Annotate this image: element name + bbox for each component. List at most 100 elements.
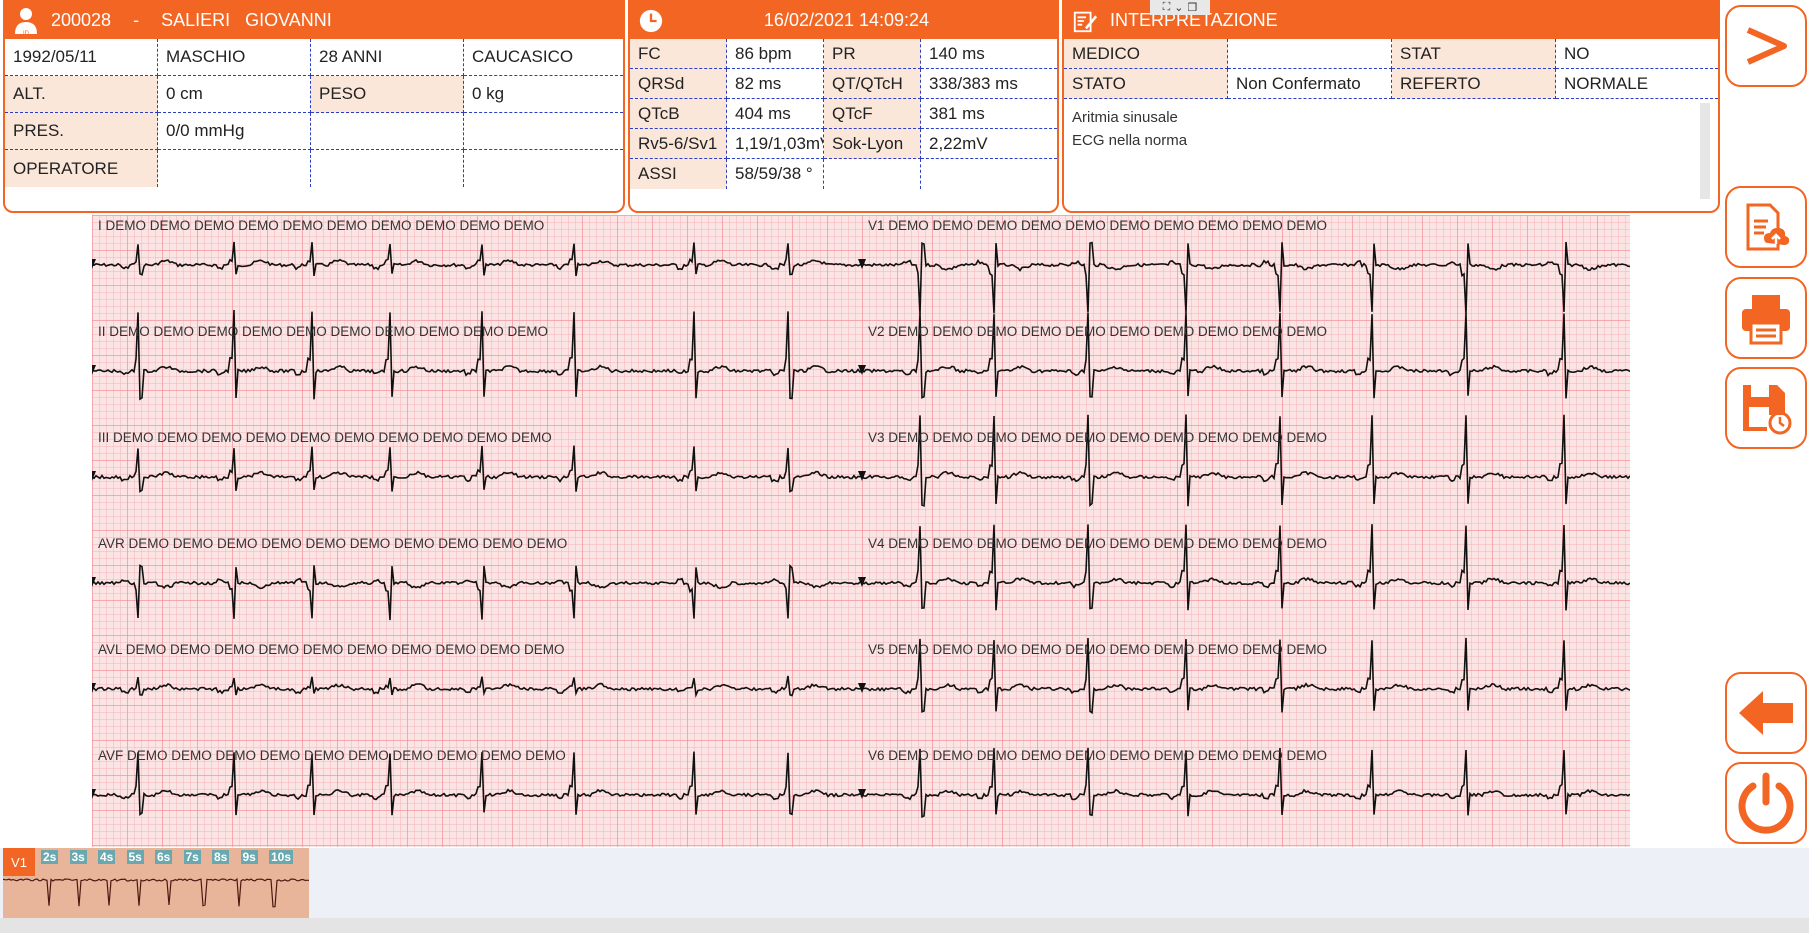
print-icon [1742, 295, 1790, 345]
print-button[interactable] [1725, 277, 1807, 359]
strip-trace-path [3, 877, 309, 908]
interp-cell-1-1: Non Confermato [1228, 69, 1392, 99]
edit-note-icon [1072, 8, 1098, 34]
upload-icon [1746, 203, 1790, 251]
header-separator: - [133, 10, 140, 30]
measure-cell-2-1: 404 ms [727, 99, 824, 129]
lead-label: V5 DEMO DEMO DEMO DEMO DEMO DEMO DEMO DE… [868, 642, 1328, 657]
interpretation-line: Aritmia sinusale [1072, 109, 1178, 126]
power-button[interactable] [1725, 762, 1807, 844]
ecg-trace-limb [92, 563, 863, 621]
measurements-panel: 16/02/2021 14:09:24 FC 86 bpm PR 140 ms QRSd… [628, 0, 1059, 213]
calibration-marker [92, 683, 96, 693]
svg-text:ID: ID [23, 31, 30, 36]
ecg-trace-limb [92, 675, 863, 699]
lead-label: V2 DEMO DEMO DEMO DEMO DEMO DEMO DEMO DE… [868, 324, 1328, 339]
measure-cell-0-2: PR [824, 39, 921, 69]
interpretation-text-area[interactable]: Aritmia sinusale ECG nella norma [1064, 99, 1718, 205]
back-arrow-icon [1739, 691, 1793, 735]
measure-cell-3-1: 1,19/1,03mV [727, 129, 824, 159]
user-icon: ID [13, 7, 39, 36]
back-button[interactable] [1725, 672, 1807, 754]
patient-cell-3-1 [158, 150, 311, 187]
next-button[interactable] [1725, 5, 1807, 87]
measure-cell-0-1: 86 bpm [727, 39, 824, 69]
calibration-marker [92, 365, 96, 375]
patient-cell-2-3 [464, 113, 623, 150]
ecg-trace-precordial [861, 241, 1630, 314]
measure-cell-2-2: QTcF [824, 99, 921, 129]
rhythm-strip-thumbnail[interactable]: V1 2s 3s 4s 5s 6s 7s 8s 9s 10s [3, 848, 309, 918]
interp-cell-0-0: MEDICO [1064, 39, 1228, 69]
lead-label: III DEMO DEMO DEMO DEMO DEMO DEMO DEMO D… [98, 430, 552, 445]
ecg-trace-limb [92, 241, 863, 277]
interp-cell-1-2: REFERTO [1392, 69, 1556, 99]
save-button[interactable] [1725, 367, 1807, 449]
lead-label: AVF DEMO DEMO DEMO DEMO DEMO DEMO DEMO D… [98, 748, 566, 763]
interp-cell-0-3: NO [1556, 39, 1718, 69]
lead-label: AVR DEMO DEMO DEMO DEMO DEMO DEMO DEMO D… [98, 536, 568, 551]
measure-cell-3-2: Sok-Lyon [824, 129, 921, 159]
measure-cell-2-3: 381 ms [921, 99, 1057, 129]
ecg-trace-precordial [861, 414, 1630, 508]
patient-cell-3-3 [464, 150, 623, 187]
exam-datetime: 16/02/2021 14:09:24 [763, 10, 930, 30]
patient-cell-1-0: ALT. [5, 76, 158, 113]
ecg-grid: I DEMO DEMO DEMO DEMO DEMO DEMO DEMO DEM… [92, 215, 1630, 847]
status-bar [0, 918, 1809, 933]
window-controls[interactable]: ⛶ ⌄ ❐ [1150, 0, 1210, 15]
measure-cell-2-0: QTcB [630, 99, 727, 129]
patient-header: ID 200028 - SALIERI GIOVANNI [5, 2, 623, 39]
upload-button[interactable] [1725, 186, 1807, 268]
measure-cell-4-3 [921, 159, 1057, 189]
lead-label: V1 DEMO DEMO DEMO DEMO DEMO DEMO DEMO DE… [868, 218, 1328, 233]
interp-cell-0-2: STAT [1392, 39, 1556, 69]
measurements-header: 16/02/2021 14:09:24 [630, 2, 1057, 39]
patient-cell-2-1: 0/0 mmHg [158, 113, 311, 150]
measure-cell-1-0: QRSd [630, 69, 727, 99]
measure-cell-1-2: QT/QTcH [824, 69, 921, 99]
patient-cell-3-0: OPERATORE [5, 150, 158, 187]
patient-cell-0-2: 28 ANNI [311, 39, 464, 76]
ecg-viewer: ID 200028 - SALIERI GIOVANNI 1992/05/11 M… [0, 0, 1809, 933]
chevron-down-icon[interactable]: ⌄ [1174, 1, 1183, 14]
measure-cell-0-3: 140 ms [921, 39, 1057, 69]
measure-cell-0-0: FC [630, 39, 727, 69]
patient-name: SALIERI GIOVANNI [161, 10, 332, 30]
calibration-marker [92, 577, 96, 587]
interpretation-scrollbar[interactable] [1700, 103, 1710, 199]
lead-label: V6 DEMO DEMO DEMO DEMO DEMO DEMO DEMO DE… [868, 748, 1328, 763]
interpretation-grid: MEDICO STAT NO STATO Non Confermato REFERTO NO… [1064, 39, 1718, 99]
interp-cell-0-1 [1228, 39, 1392, 69]
measure-cell-1-1: 82 ms [727, 69, 824, 99]
measure-cell-3-3: 2,22mV [921, 129, 1057, 159]
interp-cell-1-3: NORMALE [1556, 69, 1718, 99]
ecg-trace-limb [92, 445, 863, 493]
patient-cell-0-0: 1992/05/11 [5, 39, 158, 76]
measure-cell-3-0: Rv5-6/Sv1 [630, 129, 727, 159]
rhythm-strip-trace [3, 877, 309, 908]
measure-cell-1-3: 338/383 ms [921, 69, 1057, 99]
measure-cell-4-1: 58/59/38 ° [727, 159, 824, 189]
patient-info-grid: 1992/05/11 MASCHIO 28 ANNI CAUCASICO ALT. 0 c… [5, 39, 623, 187]
patient-cell-1-2: PESO [311, 76, 464, 113]
restore-icon[interactable]: ❐ [1188, 1, 1198, 14]
patient-id: 200028 [51, 10, 112, 30]
interp-cell-1-0: STATO [1064, 69, 1228, 99]
patient-cell-1-3: 0 kg [464, 76, 623, 113]
next-icon [1746, 27, 1787, 65]
lead-label: I DEMO DEMO DEMO DEMO DEMO DEMO DEMO DEM… [98, 218, 545, 233]
patient-cell-0-1: MASCHIO [158, 39, 311, 76]
expand-icon[interactable]: ⛶ [1163, 1, 1171, 14]
save-icon [1743, 385, 1792, 435]
patient-panel: ID 200028 - SALIERI GIOVANNI 1992/05/11 M… [3, 0, 625, 213]
lead-label: V4 DEMO DEMO DEMO DEMO DEMO DEMO DEMO DE… [868, 536, 1328, 551]
lead-label: V3 DEMO DEMO DEMO DEMO DEMO DEMO DEMO DE… [868, 430, 1328, 445]
measurements-grid: FC 86 bpm PR 140 ms QRSd 82 ms QT/QTcH 338/383 … [630, 39, 1057, 189]
patient-cell-1-1: 0 cm [158, 76, 311, 113]
power-icon [1738, 772, 1794, 834]
interpretation-panel: INTERPRETAZIONE MEDICO STAT NO STATO Non Con… [1062, 0, 1720, 213]
patient-cell-3-2 [311, 150, 464, 187]
patient-cell-2-2 [311, 113, 464, 150]
interpretation-line: ECG nella norma [1072, 132, 1188, 149]
